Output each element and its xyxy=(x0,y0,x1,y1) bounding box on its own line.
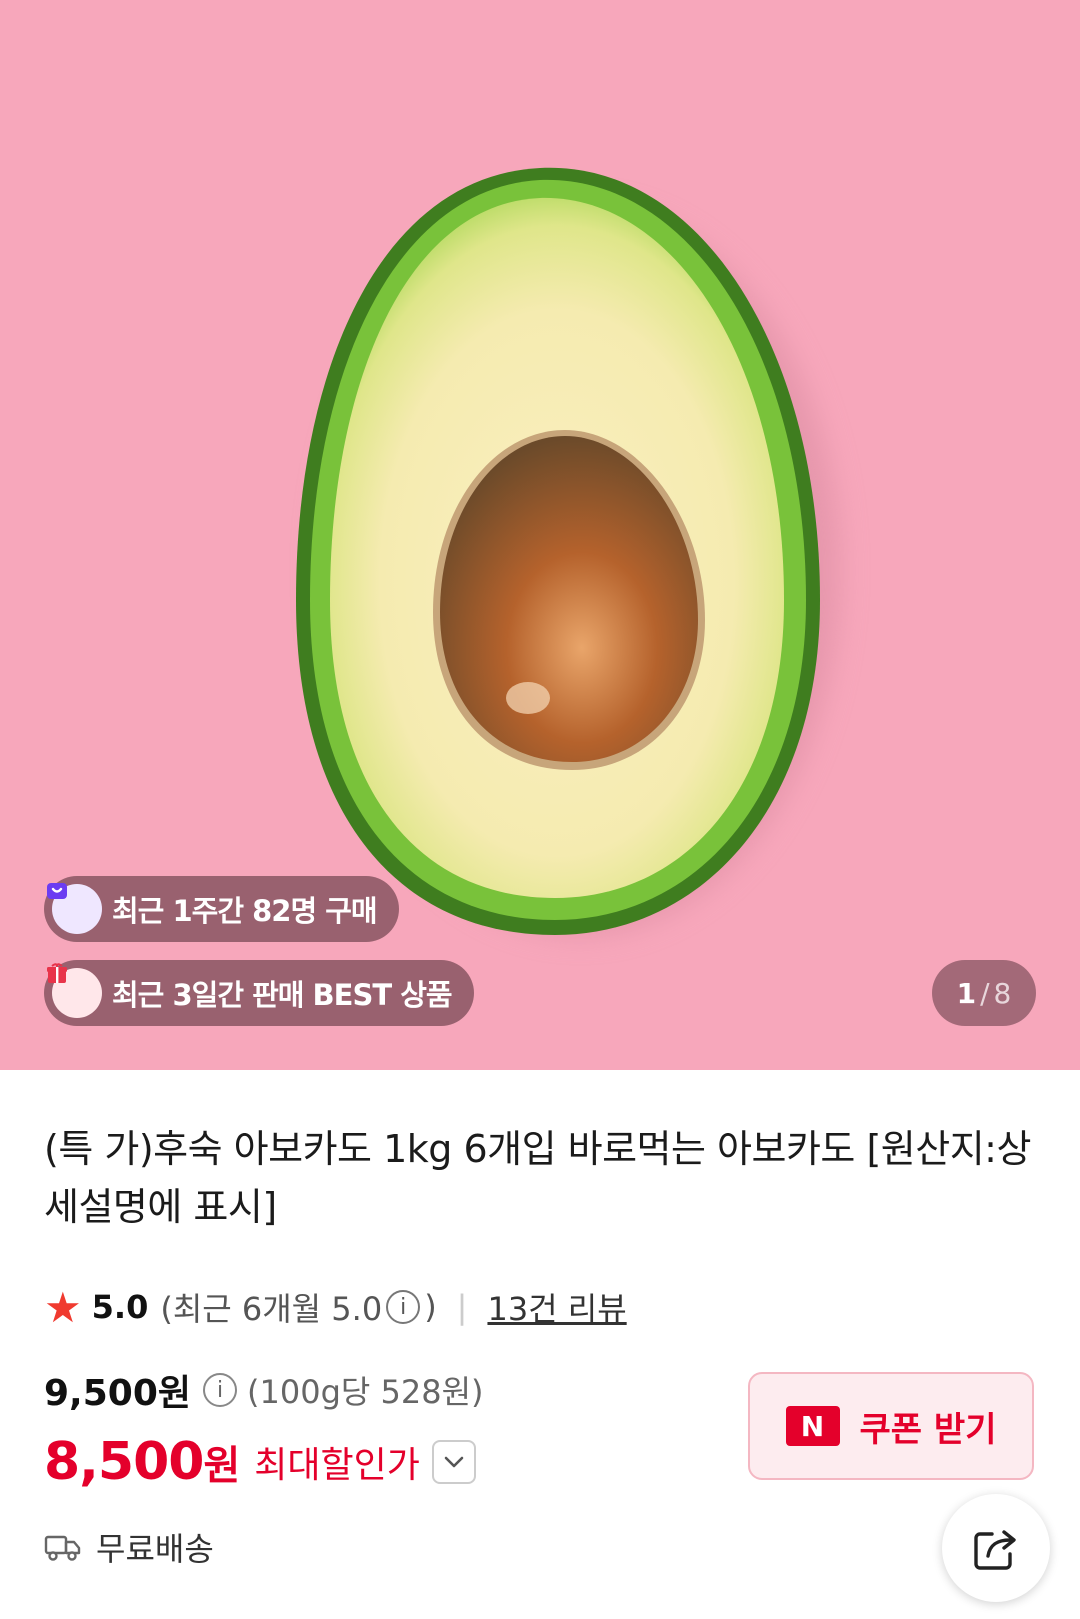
recent-rating-text: (최근 6개월 5.0 xyxy=(160,1290,383,1328)
sale-price-currency: 원 xyxy=(203,1443,241,1489)
best-seller-badge: 최근 3일간 판매 BEST 상품 xyxy=(44,960,474,1026)
review-count-link[interactable]: 13건 리뷰 xyxy=(487,1284,626,1330)
truck-icon xyxy=(44,1535,81,1561)
rating-score: 5.0 xyxy=(91,1288,149,1326)
shipping-info: 무료배송 xyxy=(44,1522,214,1572)
gift-icon xyxy=(47,963,102,1018)
star-icon: ★ xyxy=(44,1282,82,1332)
purchase-count-text: 최근 1주간 82명 구매 xyxy=(112,894,378,928)
coupon-button[interactable]: N 쿠폰 받기 xyxy=(748,1372,1034,1480)
recent-rating-close: ) xyxy=(424,1288,437,1326)
image-counter-total: 8 xyxy=(993,976,1012,1010)
image-counter: 1 / 8 xyxy=(932,960,1036,1026)
naver-logo-icon: N xyxy=(785,1406,840,1446)
sale-price-row: 8,500 원 최대할인가 xyxy=(44,1430,476,1494)
rating-info-icon[interactable]: i xyxy=(386,1290,421,1324)
product-image-carousel[interactable]: 최근 1주간 82명 구매 최근 3일간 판매 BEST 상품 1 / 8 xyxy=(0,0,1080,1070)
max-discount-label: 최대할인가 xyxy=(254,1445,420,1486)
unit-price: (100g당 528원) xyxy=(247,1373,484,1411)
best-seller-text: 최근 3일간 판매 BEST 상품 xyxy=(112,978,453,1012)
sale-price-value: 8,500 xyxy=(44,1432,204,1492)
share-button[interactable] xyxy=(942,1494,1050,1602)
shopping-bag-icon xyxy=(47,883,102,934)
image-counter-current: 1 xyxy=(956,976,977,1010)
original-price: 9,500원 xyxy=(44,1373,191,1414)
image-counter-separator: / xyxy=(980,976,990,1010)
coupon-button-label: 쿠폰 받기 xyxy=(859,1409,997,1450)
purchase-count-badge: 최근 1주간 82명 구매 xyxy=(44,876,399,942)
rating-row: ★ 5.0 (최근 6개월 5.0 i ) | 13건 리뷰 xyxy=(44,1282,627,1332)
product-title: (특 가)후숙 아보카도 1kg 6개입 바로먹는 아보카도 [원산지:상세설명… xyxy=(44,1127,1031,1229)
share-icon xyxy=(974,1530,1016,1570)
free-shipping-text: 무료배송 xyxy=(96,1530,214,1568)
chevron-down-icon[interactable] xyxy=(431,1440,476,1484)
original-price-row: 9,500원 i (100g당 528원) xyxy=(44,1365,484,1415)
rating-divider: | xyxy=(456,1288,468,1326)
price-info-icon[interactable]: i xyxy=(203,1373,237,1407)
